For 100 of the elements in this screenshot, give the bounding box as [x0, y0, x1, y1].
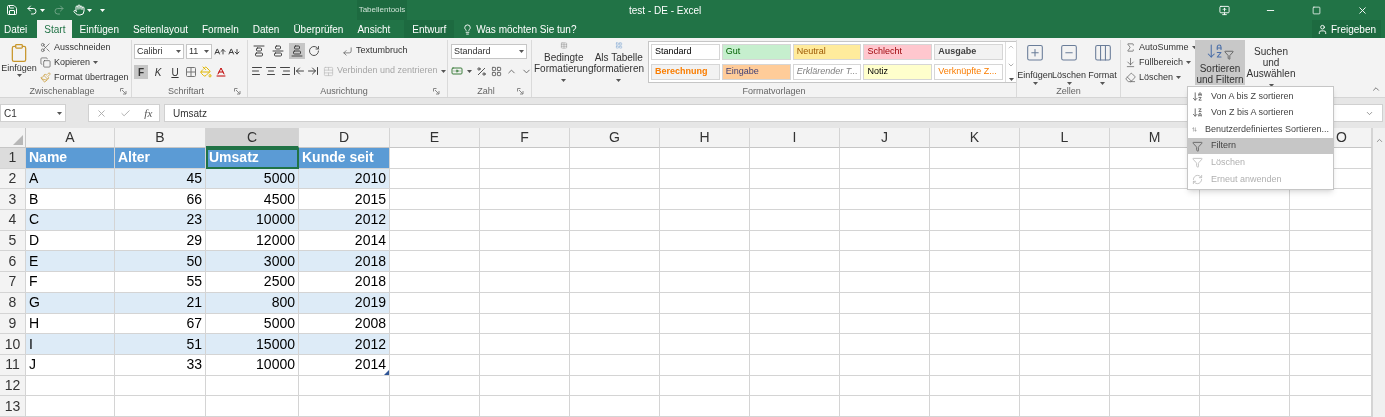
grid-cell[interactable]	[480, 230, 570, 252]
undo-icon[interactable]	[26, 4, 38, 16]
grid-cell[interactable]	[1020, 292, 1110, 314]
number-format-field[interactable]: Standard	[451, 44, 527, 59]
grid-cell[interactable]	[1290, 251, 1372, 273]
grid-cell[interactable]	[750, 210, 840, 231]
grid-cell[interactable]	[1020, 375, 1110, 397]
cell-style-swatch[interactable]: Standard	[651, 44, 720, 60]
grid-cell[interactable]	[930, 396, 1020, 417]
grid-cell[interactable]	[660, 396, 750, 417]
grid-cell[interactable]	[390, 334, 480, 355]
grid-cell[interactable]	[1110, 313, 1200, 335]
table-cell[interactable]: 23	[115, 210, 206, 231]
grid-cell[interactable]	[299, 375, 390, 397]
grid-cell[interactable]	[1110, 334, 1200, 355]
grid-cell[interactable]	[930, 251, 1020, 273]
grid-cell[interactable]	[660, 334, 750, 355]
grid-cell[interactable]	[1020, 148, 1110, 169]
grid-cell[interactable]	[570, 313, 660, 335]
conditional-formatting-button[interactable]: Bedingte Formatierung	[534, 40, 594, 85]
grid-cell[interactable]	[1110, 354, 1200, 376]
grid-cell[interactable]	[750, 168, 840, 190]
grid-cell[interactable]	[840, 210, 930, 231]
grid-cell[interactable]	[660, 272, 750, 293]
grid-cell[interactable]	[750, 189, 840, 211]
table-cell[interactable]: 2012	[299, 334, 390, 355]
grid-cell[interactable]	[390, 292, 480, 314]
table-cell[interactable]: H	[26, 313, 115, 335]
font-color-icon[interactable]	[215, 66, 227, 78]
grid-cell[interactable]	[1110, 210, 1200, 231]
name-box[interactable]: C1	[0, 104, 66, 122]
grid-cell[interactable]	[840, 189, 930, 211]
grid-cell[interactable]	[660, 375, 750, 397]
grid-cell[interactable]	[1290, 189, 1372, 211]
grid-cell[interactable]	[480, 375, 570, 397]
grid-cell[interactable]	[930, 230, 1020, 252]
menu-item[interactable]: Von Z bis A sortieren	[1188, 104, 1333, 122]
row-header[interactable]: 13	[0, 396, 26, 417]
grid-cell[interactable]	[390, 230, 480, 252]
grid-cell[interactable]	[1200, 292, 1290, 314]
grid-cell[interactable]	[660, 292, 750, 314]
grid-cell[interactable]	[390, 168, 480, 190]
grid-cell[interactable]	[840, 396, 930, 417]
grid-cell[interactable]	[480, 396, 570, 417]
table-cell[interactable]: 2014	[299, 230, 390, 252]
grid-cell[interactable]	[480, 148, 570, 169]
align-center-icon[interactable]	[265, 65, 277, 77]
table-cell[interactable]: 29	[115, 230, 206, 252]
grid-cell[interactable]	[1110, 396, 1200, 417]
grid-cell[interactable]	[930, 189, 1020, 211]
wrap-text-button[interactable]: Textumbruch	[340, 43, 410, 59]
align-bottom-button[interactable]	[289, 43, 305, 59]
cell-style-swatch[interactable]: Erklärender T...	[792, 64, 862, 80]
grid-cell[interactable]	[1020, 251, 1110, 273]
grid-cell[interactable]	[1290, 292, 1372, 314]
grid-cell[interactable]	[480, 189, 570, 211]
table-cell[interactable]: 50	[115, 251, 206, 273]
grid-cell[interactable]	[1020, 168, 1110, 190]
table-cell[interactable]: B	[26, 189, 115, 211]
grid-cell[interactable]	[840, 168, 930, 190]
align-top-button[interactable]	[251, 43, 267, 59]
row-header[interactable]: 8	[0, 292, 26, 314]
grid-cell[interactable]	[660, 230, 750, 252]
cell-style-swatch[interactable]: Gut	[721, 44, 791, 60]
grid-cell[interactable]	[390, 148, 480, 169]
grid-cell[interactable]	[390, 251, 480, 273]
cells-command-button[interactable]: Einfügen	[1018, 40, 1052, 85]
grid-cell[interactable]	[570, 272, 660, 293]
grid-cell[interactable]	[1020, 354, 1110, 376]
find-select-button[interactable]: Suchen und Auswählen	[1245, 40, 1297, 85]
grid-cell[interactable]	[750, 230, 840, 252]
cell-style-swatch[interactable]: Schlecht	[863, 44, 933, 60]
grid-cell[interactable]	[930, 148, 1020, 169]
grid-cell[interactable]	[930, 272, 1020, 293]
table-cell[interactable]: 67	[115, 313, 206, 335]
table-cell[interactable]: 2012	[299, 210, 390, 231]
dialog-launcher-icon[interactable]	[120, 87, 127, 95]
grid-cell[interactable]	[1020, 334, 1110, 355]
grid-cell[interactable]	[206, 375, 299, 397]
enter-icon[interactable]	[120, 107, 131, 119]
table-cell[interactable]: 2018	[299, 251, 390, 273]
grid-cell[interactable]	[1290, 272, 1372, 293]
grid-cell[interactable]	[930, 354, 1020, 376]
ribbon-tab[interactable]: Seitenlayout	[125, 20, 195, 38]
row-header[interactable]: 1	[0, 148, 26, 169]
cell-style-swatch[interactable]: Neutral	[792, 44, 862, 60]
cell-style-swatch[interactable]: Eingabe	[721, 64, 791, 80]
grid-cell[interactable]	[480, 334, 570, 355]
dialog-launcher-icon[interactable]	[517, 87, 524, 95]
grid-cell[interactable]	[660, 168, 750, 190]
grid-cell[interactable]	[570, 189, 660, 211]
cancel-icon[interactable]	[95, 107, 107, 119]
grid-cell[interactable]	[930, 375, 1020, 397]
grid-cell[interactable]	[930, 292, 1020, 314]
grid-cell[interactable]	[1110, 292, 1200, 314]
grid-cell[interactable]	[660, 313, 750, 335]
grid-cell[interactable]	[115, 396, 206, 417]
table-cell[interactable]: F	[26, 272, 115, 293]
table-cell[interactable]: 66	[115, 189, 206, 211]
grid-cell[interactable]	[115, 375, 206, 397]
